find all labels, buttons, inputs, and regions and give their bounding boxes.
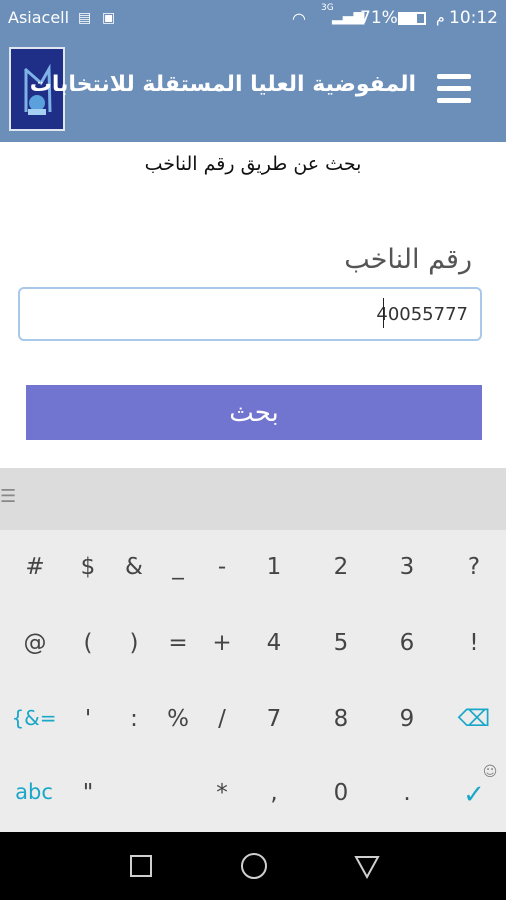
key-minus[interactable]: -: [206, 554, 238, 580]
key-hash[interactable]: #: [19, 554, 51, 580]
key-comma[interactable]: ,: [258, 780, 290, 806]
key-plus[interactable]: +: [206, 630, 238, 656]
key-apostrophe[interactable]: ': [72, 706, 104, 732]
key-3[interactable]: 3: [391, 554, 423, 580]
key-quote[interactable]: ": [72, 780, 104, 806]
key-2[interactable]: 2: [325, 554, 357, 580]
key-7[interactable]: 7: [258, 706, 290, 732]
time-period: م: [436, 10, 445, 26]
key-equals[interactable]: =: [162, 630, 194, 656]
key-1[interactable]: 1: [258, 554, 290, 580]
clock-time: 10:12: [449, 8, 498, 28]
done-check-icon[interactable]: ✓: [456, 780, 492, 810]
keyboard-suggestion-bar: [0, 468, 506, 530]
voter-number-input[interactable]: [18, 287, 482, 341]
key-close-paren[interactable]: ): [118, 630, 150, 656]
back-icon[interactable]: [354, 855, 380, 879]
key-5[interactable]: 5: [325, 630, 357, 656]
numeric-keyboard: # $ & _ - 1 2 3 ? @ ( ) = + 4 5 6 ! {&= …: [0, 530, 506, 832]
carrier-name: Asiacell: [8, 8, 70, 27]
backspace-icon[interactable]: ⌫: [454, 706, 494, 732]
keyboard-menu-icon[interactable]: ☰: [0, 486, 16, 507]
recents-icon[interactable]: [130, 855, 152, 877]
key-percent[interactable]: %: [162, 706, 194, 732]
search-button[interactable]: بحث: [26, 385, 482, 440]
menu-button[interactable]: [437, 74, 471, 104]
wifi-icon: ◠: [292, 9, 306, 28]
voter-number-label: رقم الناخب: [344, 244, 472, 275]
emoji-icon[interactable]: ☺: [480, 764, 500, 780]
page-subtitle: بحث عن طريق رقم الناخب: [144, 153, 362, 175]
battery-percent: 71%: [360, 8, 398, 28]
home-icon[interactable]: [241, 853, 267, 879]
key-open-paren[interactable]: (: [72, 630, 104, 656]
key-underscore[interactable]: _: [162, 554, 194, 580]
key-symbols[interactable]: {&=: [8, 706, 60, 730]
status-bar: Asiacell ▤ ▣ ◠ 3G ▂▄▆ 71% م 10:12: [0, 0, 506, 36]
text-cursor: [383, 298, 384, 328]
key-6[interactable]: 6: [391, 630, 423, 656]
image-status-icon: ▣: [102, 10, 116, 26]
key-period[interactable]: .: [391, 780, 423, 806]
key-4[interactable]: 4: [258, 630, 290, 656]
key-slash[interactable]: /: [206, 706, 238, 732]
key-dollar[interactable]: $: [72, 554, 104, 580]
keyboard-status-icon: ▤: [78, 10, 92, 26]
app-title: المفوضية العليا المستقلة للانتخابات: [29, 72, 416, 97]
menu-icon: [437, 74, 471, 79]
key-8[interactable]: 8: [325, 706, 357, 732]
key-asterisk[interactable]: *: [206, 780, 238, 806]
key-space[interactable]: [110, 780, 192, 810]
key-exclamation[interactable]: !: [458, 630, 490, 656]
key-0[interactable]: 0: [325, 780, 357, 806]
key-ampersand[interactable]: &: [118, 554, 150, 580]
key-colon[interactable]: :: [118, 706, 150, 732]
key-at[interactable]: @: [19, 630, 51, 656]
key-abc[interactable]: abc: [8, 780, 60, 804]
key-9[interactable]: 9: [391, 706, 423, 732]
battery-icon: [398, 12, 426, 25]
key-question[interactable]: ?: [458, 554, 490, 580]
